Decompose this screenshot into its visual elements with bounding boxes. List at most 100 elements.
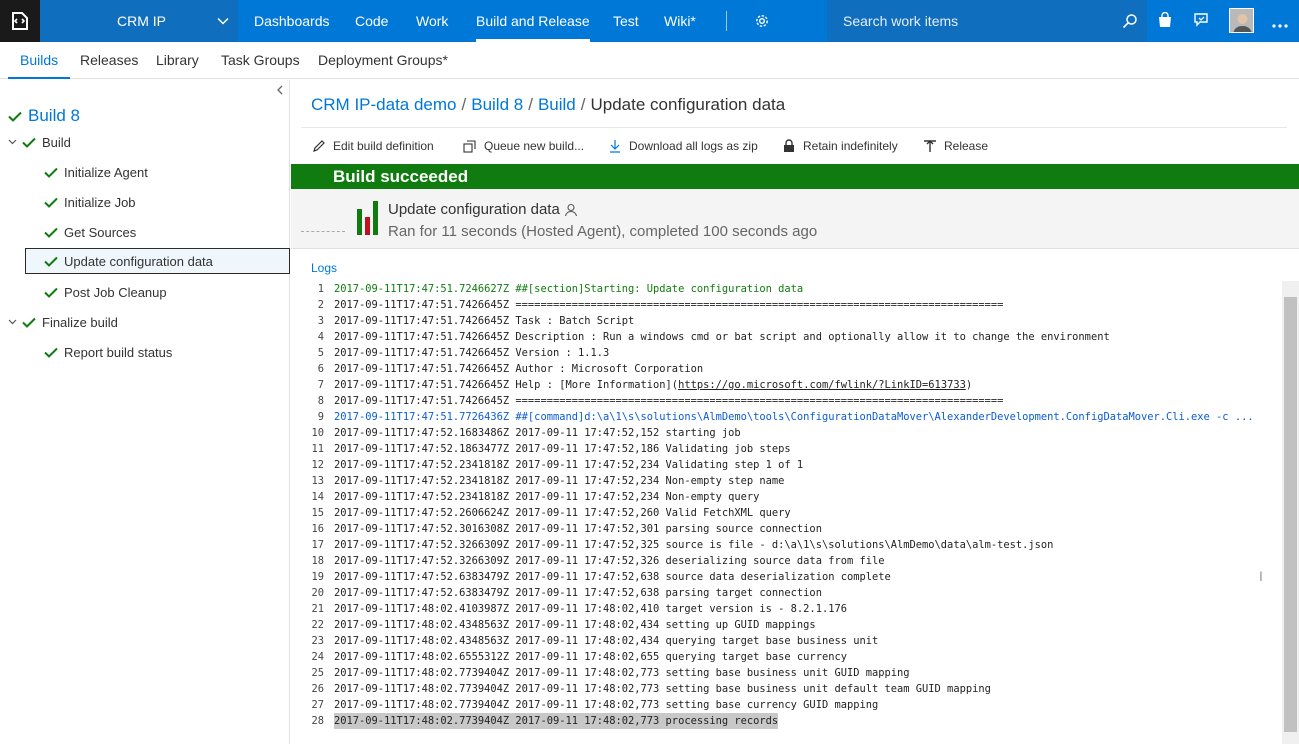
breadcrumb-phase[interactable]: Build [538, 95, 576, 114]
log-viewer[interactable]: 1 2017-09-11T17:47:51.7246627Z ##[section… [301, 281, 1299, 744]
log-line: 11 2017-09-11T17:47:52.1863477Z 2017-09-1… [311, 443, 791, 455]
release-button[interactable]: Release [923, 137, 988, 155]
check-icon [44, 256, 58, 267]
hub-wiki[interactable]: Wiki* [664, 0, 696, 42]
bar-chart-icon [357, 201, 378, 235]
step-label: Initialize Agent [64, 164, 148, 180]
search-input[interactable] [843, 12, 1103, 30]
more-options-icon[interactable] [1272, 17, 1288, 32]
step-update-configuration-data[interactable]: Update configuration data [25, 248, 290, 274]
check-icon [22, 317, 36, 328]
step-label: Post Job Cleanup [64, 284, 167, 300]
retain-label: Retain indefinitely [803, 139, 898, 153]
log-line: 20 2017-09-11T17:47:52.6383479Z 2017-09-1… [311, 587, 822, 599]
log-line: 24 2017-09-11T17:48:02.6555312Z 2017-09-1… [311, 651, 847, 663]
edit-build-definition-button[interactable]: Edit build definition [312, 137, 434, 155]
log-line: 3 2017-09-11T17:47:51.7426645Z Task : Bat… [317, 315, 635, 327]
edit-label: Edit build definition [333, 139, 434, 153]
tab-task-groups[interactable]: Task Groups [221, 42, 300, 79]
breadcrumb-separator: / [528, 95, 533, 114]
chevron-down-icon [217, 15, 229, 30]
shopping-bag-icon[interactable] [1157, 11, 1173, 31]
step-build[interactable]: Build [8, 129, 71, 155]
chevron-down-icon[interactable] [8, 317, 18, 328]
step-finalize-build[interactable]: Finalize build [8, 309, 118, 335]
queue-label: Queue new build... [484, 139, 585, 153]
log-line: 16 2017-09-11T17:47:52.3016308Z 2017-09-1… [311, 523, 822, 535]
log-line: 27 2017-09-11T17:48:02.7739404Z 2017-09-1… [311, 699, 879, 711]
person-icon [564, 203, 577, 216]
tab-deployment-groups[interactable]: Deployment Groups* [318, 42, 448, 79]
log-line: 7 2017-09-11T17:47:51.7426645Z Help : [Mo… [317, 379, 973, 391]
breadcrumb-separator: / [580, 95, 586, 114]
step-report-build-status[interactable]: Report build status [44, 339, 172, 365]
retain-indefinitely-button[interactable]: Retain indefinitely [782, 137, 898, 155]
help-link[interactable]: https://go.microsoft.com/fwlink/?LinkID=… [678, 379, 966, 391]
sub-navigation: Builds Releases Library Task Groups Depl… [0, 42, 1299, 79]
chevron-down-icon[interactable] [8, 137, 18, 148]
step-post-job-cleanup[interactable]: Post Job Cleanup [44, 279, 167, 305]
release-icon [924, 140, 936, 152]
tab-releases[interactable]: Releases [80, 42, 138, 79]
feedback-icon[interactable] [1193, 12, 1210, 32]
breadcrumb-current: Update configuration data [590, 95, 786, 114]
log-line: 14 2017-09-11T17:47:52.2341818Z 2017-09-1… [311, 491, 760, 503]
breadcrumb-separator: / [461, 95, 467, 114]
divider [726, 11, 727, 31]
hub-test[interactable]: Test [613, 0, 639, 42]
build-title[interactable]: Build 8 [8, 106, 80, 126]
log-line: 23 2017-09-11T17:48:02.4348563Z 2017-09-1… [311, 635, 879, 647]
project-selector[interactable]: CRM IP [40, 0, 238, 42]
log-line: 1 2017-09-11T17:47:51.7246627Z ##[section… [317, 283, 804, 295]
top-navigation-bar: CRM IP Dashboards Code Work Build and Re… [0, 0, 1299, 42]
step-initialize-agent[interactable]: Initialize Agent [44, 159, 148, 185]
step-initialize-job[interactable]: Initialize Job [44, 189, 136, 215]
build-steps-panel: Build 8 Build Initialize Agent Initializ… [0, 80, 290, 744]
log-line: 21 2017-09-11T17:48:02.4103987Z 2017-09-1… [311, 603, 847, 615]
breadcrumb-definition[interactable]: CRM IP-data demo [311, 95, 457, 114]
step-get-sources[interactable]: Get Sources [44, 219, 136, 245]
log-line: 15 2017-09-11T17:47:52.2606624Z 2017-09-1… [311, 507, 791, 519]
log-line: 6 2017-09-11T17:47:51.7426645Z Author : M… [317, 363, 704, 375]
hub-work[interactable]: Work [416, 0, 448, 42]
tab-library[interactable]: Library [156, 42, 199, 79]
check-icon [44, 287, 58, 298]
gear-icon[interactable] [754, 13, 770, 32]
log-line: 25 2017-09-11T17:48:02.7739404Z 2017-09-1… [311, 667, 910, 679]
check-icon [44, 227, 58, 238]
project-name: CRM IP [117, 13, 166, 29]
hub-code[interactable]: Code [355, 0, 388, 42]
text-cursor-icon: I [1259, 568, 1263, 584]
log-line: 4 2017-09-11T17:47:51.7426645Z Descriptio… [317, 331, 1110, 343]
log-scrollbar-thumb[interactable] [1284, 297, 1297, 732]
pencil-icon [313, 140, 325, 152]
hub-build-and-release[interactable]: Build and Release [476, 0, 590, 42]
hub-dashboards[interactable]: Dashboards [254, 0, 330, 42]
check-icon [44, 167, 58, 178]
tab-builds[interactable]: Builds [7, 42, 71, 79]
log-line: 26 2017-09-11T17:48:02.7739404Z 2017-09-1… [311, 683, 991, 695]
user-avatar[interactable] [1229, 8, 1254, 33]
collapse-panel-icon[interactable] [276, 84, 284, 98]
log-line: 2 2017-09-11T17:47:51.7426645Z ==========… [317, 299, 1004, 311]
breadcrumb-build[interactable]: Build 8 [471, 95, 523, 114]
log-line: 8 2017-09-11T17:47:51.7426645Z ==========… [317, 395, 1004, 407]
log-line: 13 2017-09-11T17:47:52.2341818Z 2017-09-1… [311, 475, 785, 487]
step-label: Update configuration data [64, 253, 213, 269]
download-icon [610, 140, 620, 153]
search-icon[interactable] [1122, 13, 1138, 32]
log-line: 28 2017-09-11T17:48:02.7739404Z 2017-09-1… [311, 713, 779, 729]
lock-icon [784, 139, 794, 152]
check-icon [44, 197, 58, 208]
queue-new-build-button[interactable]: Queue new build... [463, 137, 584, 155]
release-label: Release [944, 139, 989, 153]
step-label: Report build status [64, 344, 173, 360]
log-line: 19 2017-09-11T17:47:52.6383479Z 2017-09-1… [311, 571, 891, 583]
download-logs-button[interactable]: Download all logs as zip [608, 137, 758, 155]
step-label: Initialize Job [64, 194, 136, 210]
build-status-banner: Build succeeded [291, 164, 1299, 189]
log-line: 17 2017-09-11T17:47:52.3266309Z 2017-09-1… [311, 539, 1054, 551]
search-box [827, 0, 1147, 42]
vsts-logo-icon[interactable] [0, 0, 40, 42]
toolbar: Edit build definition Queue new build...… [301, 127, 1287, 163]
